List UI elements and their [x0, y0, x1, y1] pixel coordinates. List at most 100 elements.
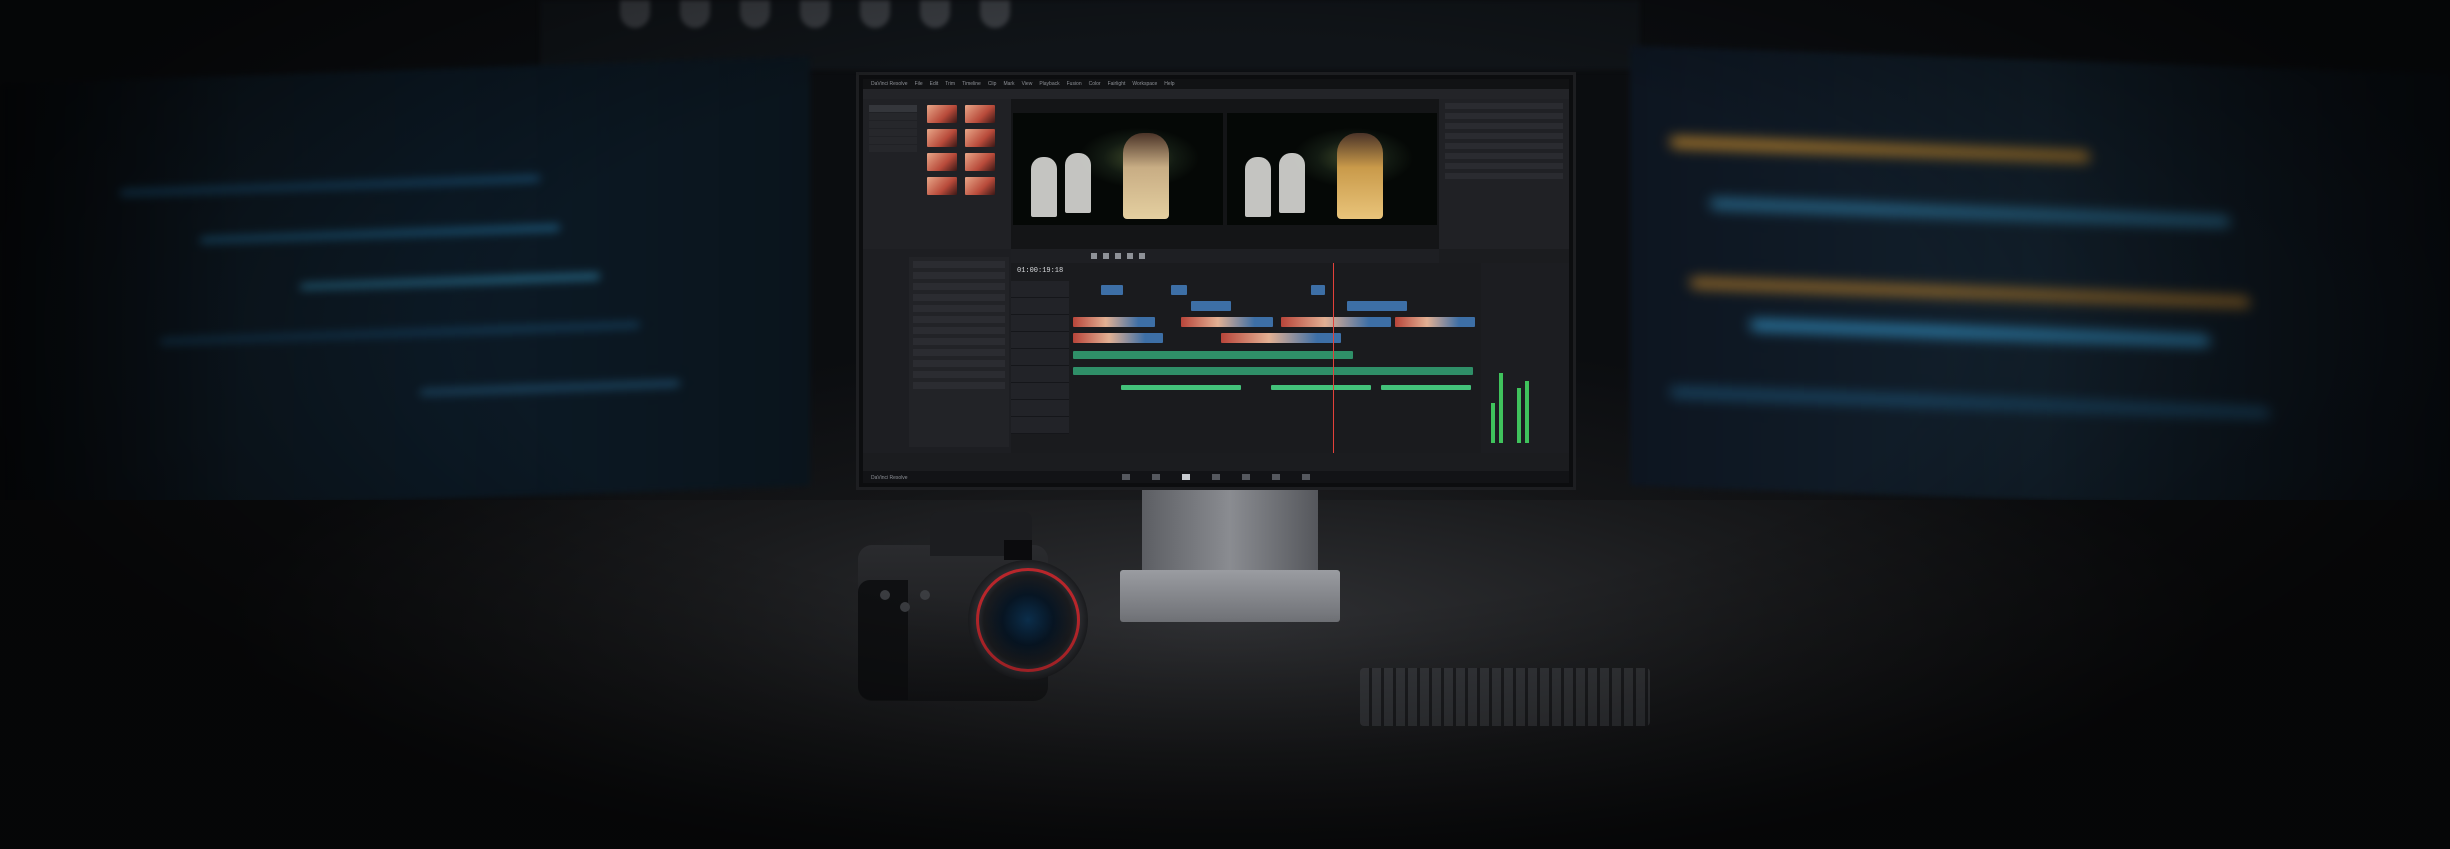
inspector-row[interactable]	[1445, 163, 1563, 169]
effect-item[interactable]	[913, 294, 1005, 301]
menu-item[interactable]: Fusion	[1067, 81, 1082, 87]
menu-item[interactable]: DaVinci Resolve	[871, 81, 908, 87]
inspector-panel[interactable]	[1439, 99, 1569, 249]
menu-item[interactable]: Clip	[988, 81, 997, 87]
inspector-row[interactable]	[1445, 143, 1563, 149]
fairlight-page-icon[interactable]	[1272, 474, 1280, 480]
clip-thumbnail[interactable]	[927, 177, 957, 195]
effect-item[interactable]	[913, 283, 1005, 290]
audio-clip[interactable]	[1121, 385, 1241, 390]
video-clip[interactable]	[1181, 317, 1273, 327]
menu-item[interactable]: Edit	[930, 81, 939, 87]
subject-image	[1123, 133, 1169, 219]
effect-item[interactable]	[913, 261, 1005, 268]
bin-item[interactable]	[869, 105, 917, 112]
menu-item[interactable]: Timeline	[962, 81, 981, 87]
bin-item[interactable]	[869, 129, 917, 136]
inspector-row[interactable]	[1445, 133, 1563, 139]
effect-item[interactable]	[913, 382, 1005, 389]
audio-clip[interactable]	[1073, 367, 1473, 375]
cut-page-icon[interactable]	[1152, 474, 1160, 480]
effect-item[interactable]	[913, 305, 1005, 312]
loop-icon[interactable]	[1139, 253, 1145, 259]
timecode-display: 01:00:19:18	[1017, 267, 1064, 275]
track-header[interactable]	[1011, 332, 1069, 349]
effect-item[interactable]	[913, 338, 1005, 345]
bin-item[interactable]	[869, 121, 917, 128]
track-header[interactable]	[1011, 315, 1069, 332]
video-clip[interactable]	[1221, 333, 1341, 343]
menu-bar: DaVinci Resolve File Edit Trim Timeline …	[863, 79, 1569, 89]
clip-thumbnail[interactable]	[965, 177, 995, 195]
menu-item[interactable]: Color	[1089, 81, 1101, 87]
console-knob	[920, 0, 950, 28]
fast-forward-icon[interactable]	[1127, 253, 1133, 259]
inspector-row[interactable]	[1445, 153, 1563, 159]
inspector-row[interactable]	[1445, 113, 1563, 119]
color-page-icon[interactable]	[1242, 474, 1250, 480]
video-clip[interactable]	[1073, 333, 1163, 343]
effect-item[interactable]	[913, 360, 1005, 367]
effect-item[interactable]	[913, 316, 1005, 323]
product-hero-scene: DaVinci Resolve File Edit Trim Timeline …	[0, 0, 2450, 849]
inspector-row[interactable]	[1445, 103, 1563, 109]
track-header[interactable]	[1011, 349, 1069, 366]
media-page-icon[interactable]	[1122, 474, 1130, 480]
effects-list[interactable]	[909, 257, 1009, 447]
clip-thumbnail[interactable]	[965, 129, 995, 147]
effect-item[interactable]	[913, 272, 1005, 279]
timeline-viewer[interactable]	[1225, 99, 1439, 249]
audio-clip[interactable]	[1381, 385, 1471, 390]
video-clip[interactable]	[1395, 317, 1475, 327]
deliver-page-icon[interactable]	[1302, 474, 1310, 480]
source-viewer[interactable]	[1011, 99, 1225, 249]
bin-item[interactable]	[869, 113, 917, 120]
rewind-icon[interactable]	[1091, 253, 1097, 259]
effect-item[interactable]	[913, 371, 1005, 378]
console-knob	[860, 0, 890, 28]
stop-icon[interactable]	[1103, 253, 1109, 259]
media-pool[interactable]	[863, 99, 1011, 249]
clip-thumbnail[interactable]	[965, 153, 995, 171]
video-clip[interactable]	[1311, 285, 1325, 295]
effect-item[interactable]	[913, 327, 1005, 334]
timeline[interactable]: 01:00:19:18	[1011, 263, 1481, 453]
track-header[interactable]	[1011, 366, 1069, 383]
camera-dial	[880, 590, 890, 600]
menu-item[interactable]: Playback	[1039, 81, 1059, 87]
audio-clip[interactable]	[1073, 351, 1353, 359]
video-clip[interactable]	[1347, 301, 1407, 311]
video-clip[interactable]	[1073, 317, 1155, 327]
video-clip[interactable]	[1281, 317, 1391, 327]
track-header[interactable]	[1011, 417, 1069, 434]
menu-item[interactable]: Fairlight	[1108, 81, 1126, 87]
video-clip[interactable]	[1191, 301, 1231, 311]
clip-thumbnail[interactable]	[965, 105, 995, 123]
menu-item[interactable]: Trim	[945, 81, 955, 87]
menu-item[interactable]: View	[1022, 81, 1033, 87]
inspector-row[interactable]	[1445, 173, 1563, 179]
video-clip[interactable]	[1101, 285, 1123, 295]
play-icon[interactable]	[1115, 253, 1121, 259]
menu-item[interactable]: Help	[1164, 81, 1174, 87]
menu-item[interactable]: Mark	[1003, 81, 1014, 87]
clip-thumbnail[interactable]	[927, 153, 957, 171]
clip-thumbnail[interactable]	[927, 105, 957, 123]
fusion-page-icon[interactable]	[1212, 474, 1220, 480]
track-header[interactable]	[1011, 298, 1069, 315]
bin-item[interactable]	[869, 145, 917, 152]
track-header[interactable]	[1011, 400, 1069, 417]
track-header[interactable]	[1011, 383, 1069, 400]
menu-item[interactable]: File	[915, 81, 923, 87]
video-clip[interactable]	[1171, 285, 1187, 295]
track-header[interactable]	[1011, 281, 1069, 298]
effect-item[interactable]	[913, 349, 1005, 356]
menu-item[interactable]: Workspace	[1132, 81, 1157, 87]
bin-item[interactable]	[869, 137, 917, 144]
audio-meter-bar	[1491, 403, 1495, 443]
edit-page-icon[interactable]	[1182, 474, 1190, 480]
clip-thumbnail[interactable]	[927, 129, 957, 147]
audio-clip[interactable]	[1271, 385, 1371, 390]
playhead[interactable]	[1333, 263, 1334, 453]
inspector-row[interactable]	[1445, 123, 1563, 129]
